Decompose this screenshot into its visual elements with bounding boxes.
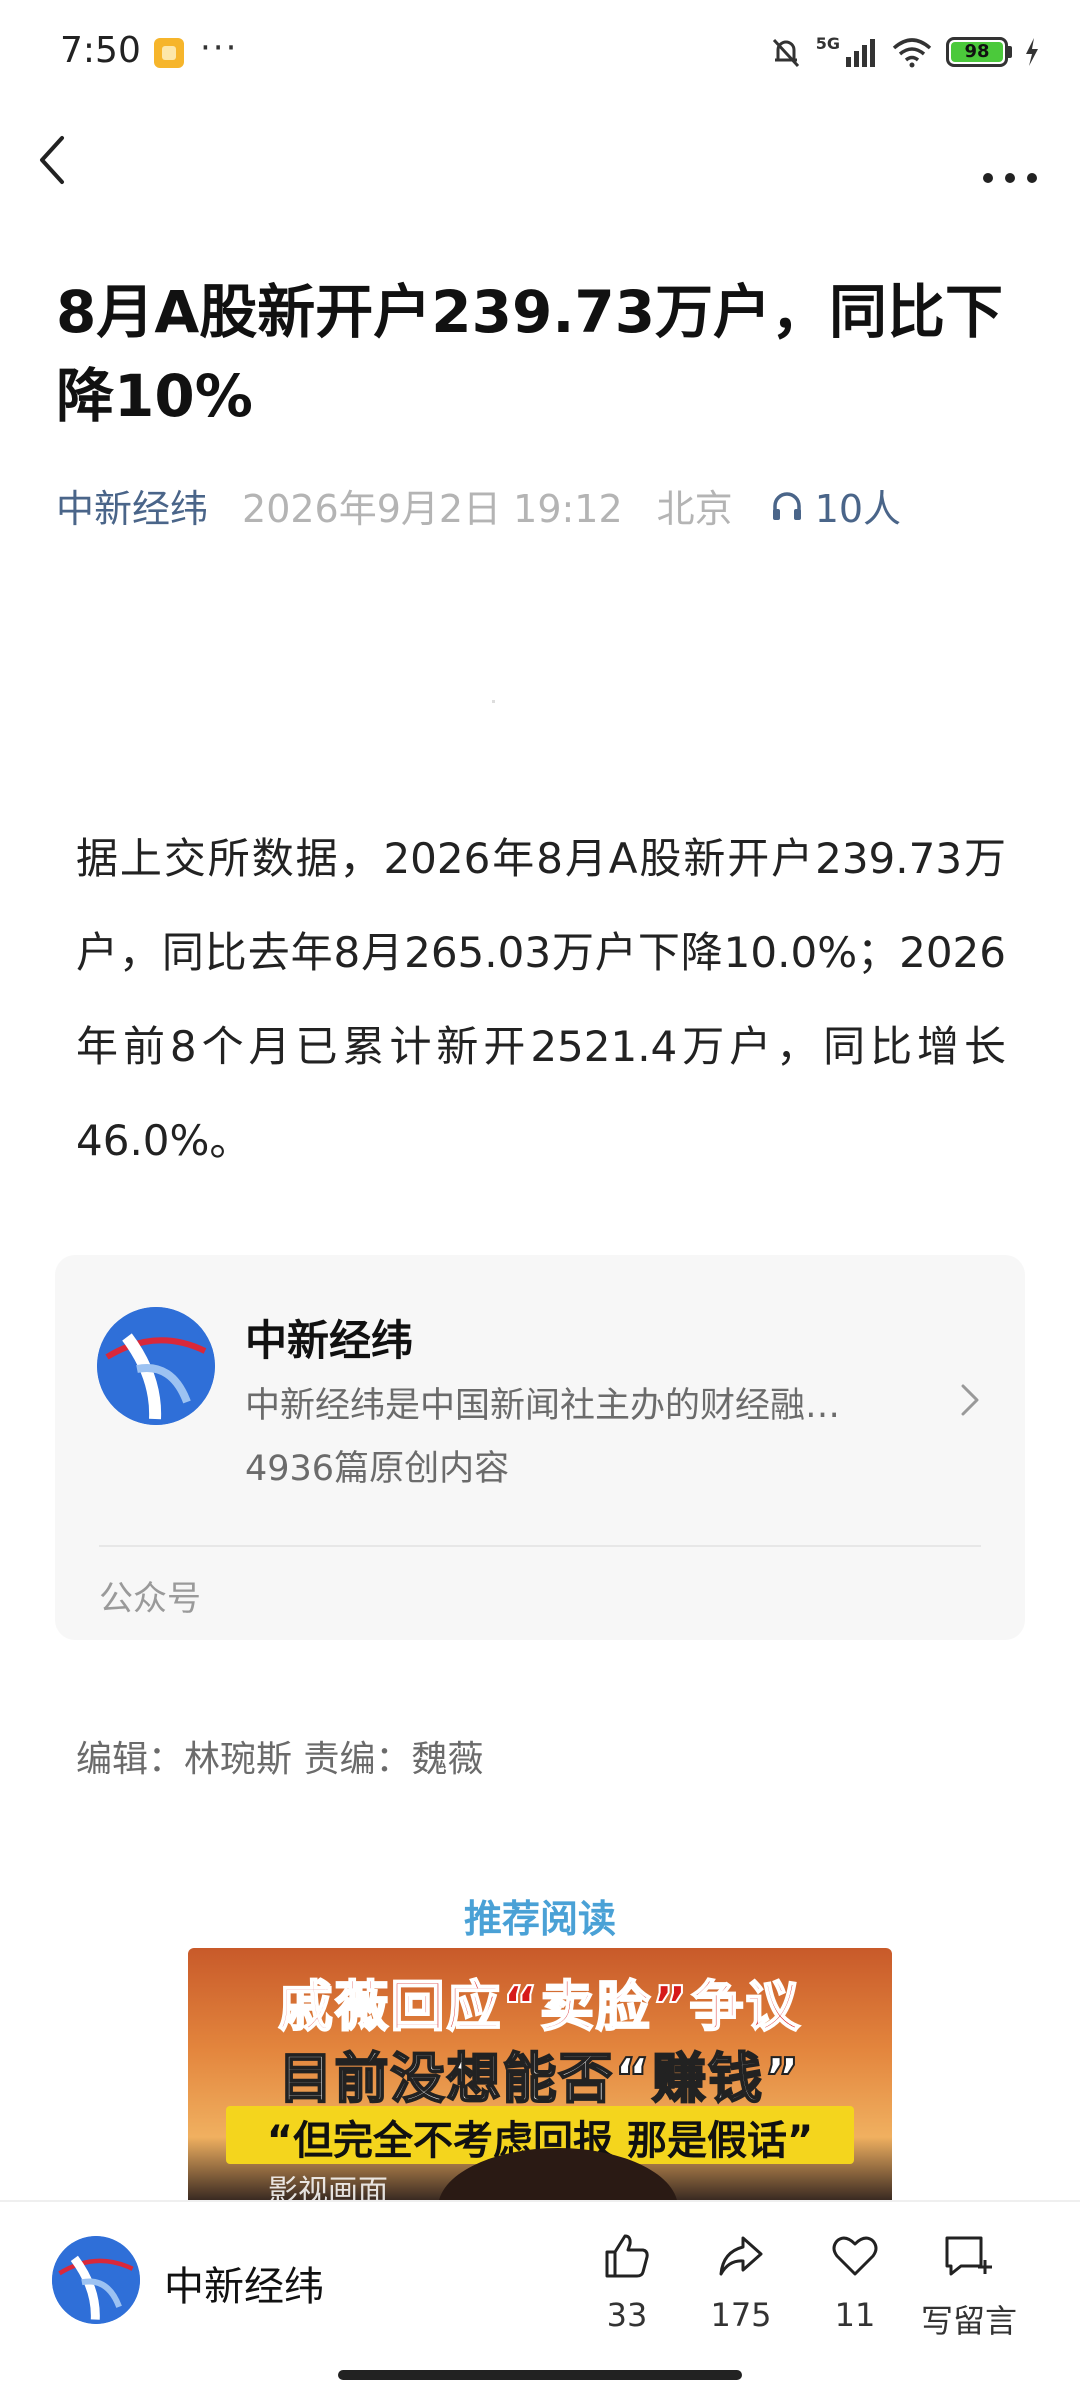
signal-icon — [846, 39, 875, 67]
charging-icon — [1026, 38, 1038, 66]
brand-logo-icon — [52, 2236, 140, 2324]
recommended-reading-label: 推荐阅读 — [463, 1897, 616, 1941]
account-name: 中新经纬 — [245, 1316, 414, 1365]
heart-icon — [832, 2236, 878, 2276]
card-divider — [99, 1545, 981, 1547]
favorite-button[interactable]: 11 — [800, 2230, 910, 2334]
battery-indicator: 98 — [946, 37, 1012, 67]
write-comment-button[interactable]: 写留言 — [914, 2230, 1024, 2342]
notification-app-icon — [154, 38, 184, 68]
account-type-label: 公众号 — [99, 1579, 201, 1619]
recommended-article-thumbnail[interactable]: 戚薇回应“卖脸”争议 目前没想能否“赚钱” “但完全不考虑回报 那是假话” 影视… — [188, 1948, 892, 2200]
back-button[interactable] — [30, 130, 80, 190]
share-arrow-icon — [719, 2236, 763, 2276]
headphones-icon — [772, 491, 801, 520]
share-button[interactable]: 175 — [686, 2230, 796, 2334]
home-indicator[interactable] — [338, 2370, 742, 2380]
article-meta: 中新经纬 2026年9月2日 19:12 北京 10人 — [56, 478, 901, 533]
battery-level: 98 — [951, 42, 1003, 62]
publish-date: 2026年9月2日 19:12 — [242, 487, 623, 531]
back-arrow-icon — [40, 136, 64, 184]
listener-count: 10人 — [814, 487, 902, 531]
source-link[interactable]: 中新经纬 — [56, 478, 208, 533]
account-avatar — [97, 1307, 215, 1425]
article-title: 8月A股新开户239.73万户，同比下降10% — [56, 278, 1004, 430]
more-options-button[interactable] — [970, 130, 1050, 190]
account-card[interactable]: 中新经纬 中新经纬是中国新闻社主办的财经融… 4936篇原创内容 公众号 — [55, 1255, 1025, 1640]
account-description: 中新经纬是中国新闻社主办的财经融… — [245, 1386, 841, 1426]
wifi-icon — [892, 38, 932, 68]
status-icons: 5G 98 — [768, 34, 1040, 70]
brand-logo-icon — [97, 1307, 215, 1425]
bottom-account-avatar[interactable] — [52, 2236, 140, 2324]
thumbnail-headline-1: 戚薇回应“卖脸”争议 — [278, 1974, 802, 2039]
thumbnail-headline-2: 目前没想能否“赚钱” — [278, 2046, 802, 2111]
more-dots-icon — [983, 173, 1037, 183]
editor-credits: 编辑：林琬斯 责编：魏薇 — [76, 1739, 484, 1780]
top-nav — [0, 110, 1080, 200]
status-time: 7:50 — [60, 30, 141, 71]
more-notifications-icon: ··· — [200, 28, 239, 68]
favorite-count: 11 — [834, 2296, 876, 2334]
article-body: 据上交所数据，2026年8月A股新开户239.73万户，同比去年8月265.03… — [76, 834, 1006, 1165]
comment-add-icon — [945, 2236, 992, 2276]
mute-bell-icon — [772, 38, 799, 68]
write-comment-label: 写留言 — [920, 2302, 1017, 2340]
network-5g-label: 5G — [815, 34, 840, 53]
thumbnail-tag: 影视画面 — [268, 2174, 388, 2200]
chevron-right-icon — [961, 1384, 979, 1416]
share-count: 175 — [710, 2296, 772, 2334]
content-divider — [492, 700, 495, 703]
publish-location: 北京 — [656, 487, 733, 531]
original-count: 4936篇原创内容 — [245, 1449, 510, 1489]
bottom-account-name[interactable]: 中新经纬 — [164, 2254, 324, 2312]
thumbs-up-icon — [605, 2234, 649, 2278]
bottom-action-bar: 中新经纬 33 175 11 写留言 — [0, 2200, 1080, 2400]
like-count: 33 — [606, 2296, 648, 2334]
like-button[interactable]: 33 — [572, 2230, 682, 2334]
listen-button[interactable]: 10人 — [769, 478, 901, 533]
status-bar: 7:50 ··· 5G 98 — [0, 0, 1080, 100]
